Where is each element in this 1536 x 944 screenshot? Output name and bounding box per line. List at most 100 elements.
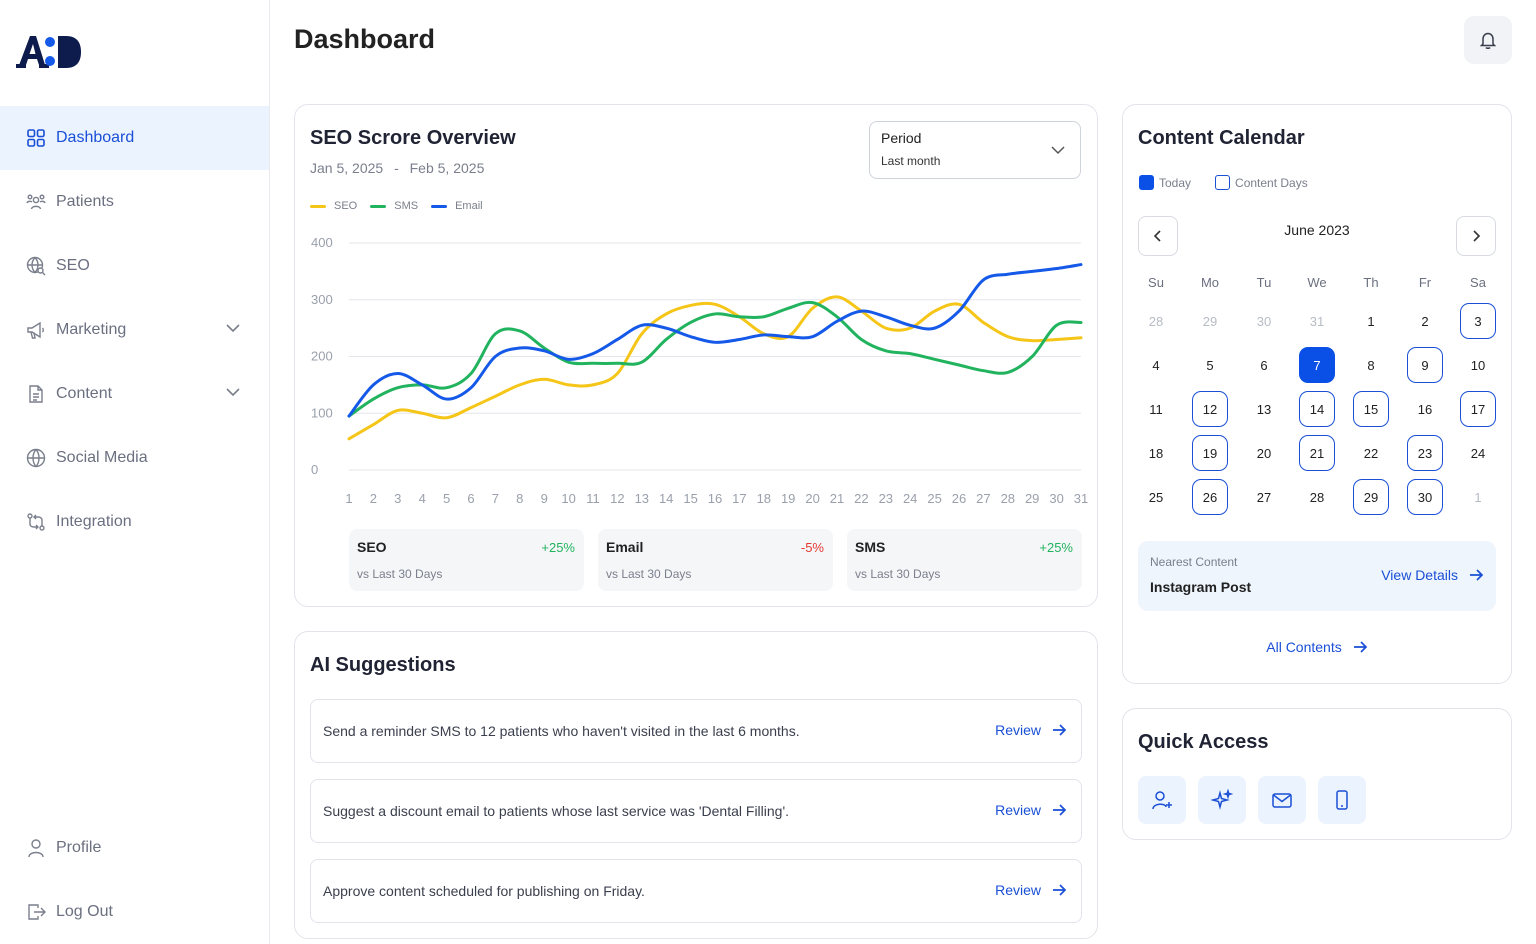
x-tick-label: 9 [541, 491, 548, 506]
y-tick-label: 100 [311, 405, 333, 420]
calendar-day-content[interactable]: 15 [1353, 391, 1389, 427]
x-tick-label: 22 [854, 491, 868, 506]
phone-icon [1336, 790, 1348, 810]
ai-suggestions-card: AI Suggestions Send a reminder SMS to 12… [294, 631, 1098, 939]
sparkles-icon [1211, 789, 1233, 810]
calendar-day-content[interactable]: 23 [1407, 435, 1443, 471]
chevron-down-icon [1051, 146, 1065, 155]
sidebar-item-integration[interactable]: Integration [0, 490, 269, 554]
calendar-day[interactable]: 4 [1138, 347, 1174, 383]
calendar-day[interactable]: 20 [1246, 435, 1282, 471]
calendar-day[interactable]: 1 [1460, 479, 1496, 515]
calendar-day-content[interactable]: 26 [1192, 479, 1228, 515]
all-contents-link[interactable]: All Contents [1123, 639, 1511, 655]
review-button[interactable]: Review [995, 802, 1067, 818]
sms-button[interactable] [1318, 776, 1366, 824]
calendar-day[interactable]: 29 [1192, 303, 1228, 339]
notifications-button[interactable] [1464, 16, 1512, 64]
calendar-day[interactable]: 25 [1138, 479, 1174, 515]
calendar-day[interactable]: 2 [1407, 303, 1443, 339]
mail-icon [1272, 793, 1292, 808]
nearest-content-panel: Nearest Content Instagram Post View Deta… [1138, 541, 1496, 611]
all-contents-label: All Contents [1266, 639, 1342, 655]
sidebar-item-dashboard[interactable]: Dashboard [0, 106, 269, 170]
calendar-day-content[interactable]: 9 [1407, 347, 1443, 383]
y-tick-label: 400 [311, 235, 333, 250]
calendar-day[interactable]: 30 [1246, 303, 1282, 339]
weekday-label: Su [1148, 275, 1164, 290]
view-details-link[interactable]: View Details [1381, 567, 1484, 583]
calendar-day[interactable]: 13 [1246, 391, 1282, 427]
calendar-day-content[interactable]: 29 [1353, 479, 1389, 515]
ai-card-title: AI Suggestions [310, 654, 456, 676]
ai-generate-button[interactable] [1198, 776, 1246, 824]
sidebar-item-seo[interactable]: SEO [0, 234, 269, 298]
legend-label-seo: SEO [334, 200, 358, 212]
sidebar-item-logout[interactable]: Log Out [0, 880, 269, 944]
calendar-day[interactable]: 18 [1138, 435, 1174, 471]
review-label: Review [995, 882, 1041, 898]
arrow-right-icon [1470, 569, 1484, 581]
x-tick-label: 8 [516, 491, 523, 506]
megaphone-icon [26, 320, 46, 340]
x-tick-label: 10 [561, 491, 575, 506]
suggestion-text: Approve content scheduled for publishing… [323, 883, 645, 899]
sidebar-item-social-media[interactable]: Social Media [0, 426, 269, 490]
quick-access-card: Quick Access [1122, 708, 1512, 840]
calendar-day[interactable]: 5 [1192, 347, 1228, 383]
x-tick-label: 27 [976, 491, 990, 506]
review-button[interactable]: Review [995, 882, 1067, 898]
period-select[interactable]: Period Last month [869, 121, 1081, 179]
weekday-label: Th [1363, 275, 1379, 290]
chevron-down-icon [226, 388, 240, 397]
calendar-day[interactable]: 24 [1460, 435, 1496, 471]
chevron-right-icon [1473, 230, 1481, 242]
quick-access-title: Quick Access [1138, 731, 1269, 753]
calendar-day-content[interactable]: 12 [1192, 391, 1228, 427]
sidebar-item-marketing[interactable]: Marketing [0, 298, 269, 362]
stat-subtitle: vs Last 30 Days [606, 567, 692, 581]
calendar-day[interactable]: 1 [1353, 303, 1389, 339]
y-tick-label: 200 [311, 349, 333, 364]
calendar-day-content[interactable]: 30 [1407, 479, 1443, 515]
sidebar-item-patients[interactable]: Patients [0, 170, 269, 234]
legend-swatch-seo [310, 204, 326, 208]
seo-line-chart: 01002003004001 2 3 4 5 6 7 8 9 10 11 12 13 14 15 16 17 18… [311, 235, 1088, 506]
calendar-day[interactable]: 28 [1299, 479, 1335, 515]
x-tick-label: 5 [443, 491, 450, 506]
calendar-day-today[interactable]: 7 [1299, 347, 1335, 383]
sidebar-item-label: Patients [56, 193, 114, 210]
add-patient-button[interactable] [1138, 776, 1186, 824]
x-tick-label: 28 [1001, 491, 1015, 506]
calendar-day[interactable]: 28 [1138, 303, 1174, 339]
calendar-day-content[interactable]: 21 [1299, 435, 1335, 471]
calendar-day[interactable]: 22 [1353, 435, 1389, 471]
calendar-day[interactable]: 31 [1299, 303, 1335, 339]
review-button[interactable]: Review [995, 722, 1067, 738]
month-label: June 2023 [1284, 222, 1350, 238]
calendar-day[interactable]: 8 [1353, 347, 1389, 383]
sidebar-item-content[interactable]: Content [0, 362, 269, 426]
arrow-right-icon [1053, 804, 1067, 816]
sidebar-item-profile[interactable]: Profile [0, 816, 269, 880]
x-tick-label: 13 [635, 491, 649, 506]
calendar-day[interactable]: 10 [1460, 347, 1496, 383]
x-tick-label: 26 [952, 491, 966, 506]
calendar-day[interactable]: 16 [1407, 391, 1443, 427]
seo-card-title: SEO Scrore Overview [310, 127, 516, 149]
chevron-down-icon [226, 324, 240, 333]
calendar-day-content[interactable]: 14 [1299, 391, 1335, 427]
chart-legend: SEO SMS Email [310, 200, 483, 212]
integration-icon [26, 512, 46, 532]
email-button[interactable] [1258, 776, 1306, 824]
calendar-day-content[interactable]: 17 [1460, 391, 1496, 427]
calendar-day-content[interactable]: 3 [1460, 303, 1496, 339]
weekday-label: Mo [1200, 275, 1220, 290]
calendar-day[interactable]: 11 [1138, 391, 1174, 427]
legend-swatch-sms [370, 204, 387, 208]
calendar-day[interactable]: 27 [1246, 479, 1282, 515]
date-range: Jan 5, 2025 - Feb 5, 2025 [310, 160, 484, 176]
next-month-button[interactable] [1456, 216, 1496, 256]
calendar-day-content[interactable]: 19 [1192, 435, 1228, 471]
calendar-day[interactable]: 6 [1246, 347, 1282, 383]
